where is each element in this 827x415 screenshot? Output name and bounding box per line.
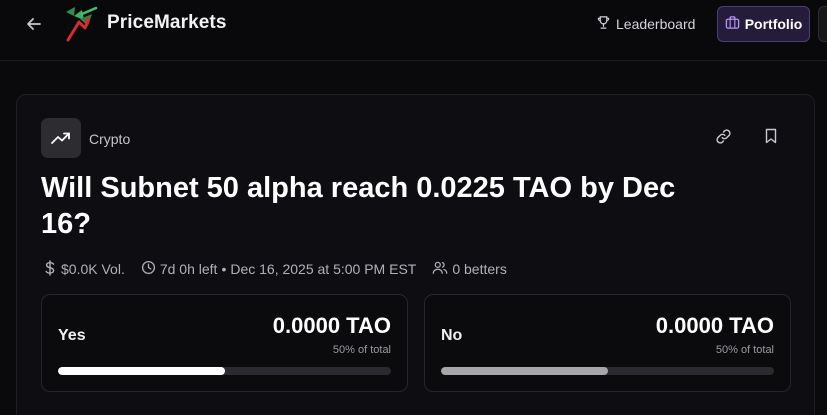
- outcome-yes-card[interactable]: Yes 0.0000 TAO 50% of total: [41, 294, 408, 392]
- end-date-text: Dec 16, 2025 at 5:00 PM EST: [230, 261, 417, 277]
- link-icon[interactable]: [711, 124, 735, 148]
- meta-separator: •: [221, 261, 227, 277]
- outcome-share-text: 50% of total: [715, 344, 774, 356]
- outcome-progress-track: [441, 367, 774, 375]
- top-navigation-bar: PriceMarkets Leaderboard Portfolio: [0, 0, 827, 61]
- outcome-progress-fill: [58, 367, 225, 375]
- volume-text: $0.0K Vol.: [61, 261, 125, 277]
- back-arrow-icon[interactable]: [22, 12, 46, 36]
- betters-info: 0 betters: [432, 260, 507, 278]
- outcome-pool-value: 0.0000 TAO: [272, 313, 391, 338]
- outcome-share-text: 50% of total: [332, 344, 391, 356]
- account-menu-button[interactable]: [818, 6, 827, 42]
- betters-text: 0 betters: [452, 261, 507, 277]
- trending-up-icon: [41, 118, 81, 158]
- outcome-label: Yes: [58, 327, 86, 344]
- clock-icon: [141, 260, 156, 278]
- market-card: Crypto Will Subnet 50 alpha reach 0.0225…: [16, 94, 815, 415]
- outcome-progress-fill: [441, 367, 608, 375]
- time-info: 7d 0h left • Dec 16, 2025 at 5:00 PM EST: [141, 260, 417, 278]
- leaderboard-link[interactable]: Leaderboard: [588, 8, 703, 40]
- briefcase-icon: [725, 15, 740, 33]
- dollar-icon: [43, 259, 57, 279]
- category-label[interactable]: Crypto: [89, 131, 130, 147]
- portfolio-button[interactable]: Portfolio: [717, 6, 810, 42]
- trophy-icon: [596, 15, 611, 33]
- outcome-no-card[interactable]: No 0.0000 TAO 50% of total: [424, 294, 791, 392]
- outcome-progress-track: [58, 367, 391, 375]
- bookmark-icon[interactable]: [759, 124, 783, 148]
- users-icon: [432, 260, 448, 278]
- volume-info: $0.0K Vol.: [43, 259, 125, 279]
- logo-icon[interactable]: [62, 4, 98, 42]
- market-meta: $0.0K Vol. 7d 0h left • Dec 16, 2025 at …: [43, 259, 507, 279]
- portfolio-label: Portfolio: [744, 16, 803, 32]
- market-title: Will Subnet 50 alpha reach 0.0225 TAO by…: [41, 172, 676, 240]
- brand-name[interactable]: PriceMarkets: [107, 12, 227, 34]
- outcome-label: No: [441, 327, 463, 344]
- time-left-text: 7d 0h left: [159, 261, 218, 277]
- outcome-pool-value: 0.0000 TAO: [655, 313, 774, 338]
- leaderboard-label: Leaderboard: [616, 16, 696, 32]
